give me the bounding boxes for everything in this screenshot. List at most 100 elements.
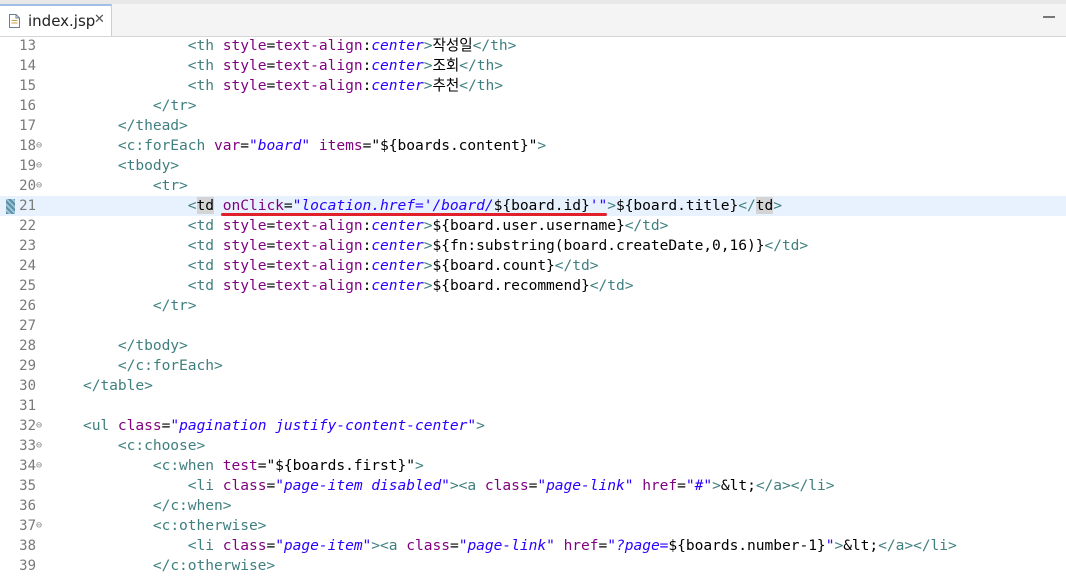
code-line[interactable]: 31: [0, 396, 1066, 416]
code-line[interactable]: 20 ⊖ <tr>: [0, 176, 1066, 196]
line-number: 22: [19, 218, 36, 234]
code-token: </tbody>: [117, 337, 188, 354]
code-editor[interactable]: 13 <th style=text-align:center>작성일</th> 1…: [0, 36, 1066, 577]
code-token: =: [266, 37, 276, 54]
code-text: <ul class="pagination justify-content-ce…: [48, 416, 485, 436]
code-line[interactable]: 30 </table>: [0, 376, 1066, 396]
code-line[interactable]: 13 <th style=text-align:center>작성일</th>: [0, 36, 1066, 56]
code-token: "?page=: [607, 537, 669, 554]
code-token: </c:when>: [152, 497, 232, 514]
code-line[interactable]: 28 </tbody>: [0, 336, 1066, 356]
line-number: 17: [19, 118, 36, 134]
code-token: <ul: [82, 417, 110, 434]
fold-toggle-icon[interactable]: ⊖: [36, 156, 46, 176]
line-number: 39: [19, 558, 36, 574]
code-text: <tbody>: [48, 156, 179, 176]
fold-toggle-icon[interactable]: ⊖: [36, 456, 46, 476]
code-line[interactable]: 27: [0, 316, 1066, 336]
code-line[interactable]: 36 </c:when>: [0, 496, 1066, 516]
code-token: style: [222, 77, 267, 94]
fold-toggle-icon[interactable]: ⊖: [36, 136, 46, 156]
code-token: ${boards.number-1}: [668, 537, 826, 554]
fold-toggle-icon[interactable]: ⊖: [36, 176, 46, 196]
code-line[interactable]: 32 ⊖ <ul class="pagination justify-conten…: [0, 416, 1066, 436]
code-line[interactable]: 17 </thead>: [0, 116, 1066, 136]
code-token: "page-link": [537, 477, 634, 494]
tab-index-jsp[interactable]: index.jsp ✕: [0, 4, 112, 36]
code-line[interactable]: 21 <td onClick="location.href='/board/${…: [0, 196, 1066, 216]
code-line[interactable]: 35 <li class="page-item disabled"><a cla…: [0, 476, 1066, 496]
code-line[interactable]: 18 ⊖ <c:forEach var="board" items="${boar…: [0, 136, 1066, 156]
code-token: :: [362, 57, 372, 74]
code-line[interactable]: 25 <td style=text-align:center>${board.r…: [0, 276, 1066, 296]
code-line[interactable]: 39 </c:otherwise>: [0, 556, 1066, 576]
code-text: <tr>: [48, 176, 188, 196]
code-line[interactable]: 23 <td style=text-align:center>${fn:subs…: [0, 236, 1066, 256]
code-token: <tbody>: [117, 157, 180, 174]
code-token: </a></li>: [878, 537, 957, 554]
code-token: >: [476, 417, 485, 434]
fold-toggle-icon[interactable]: ⊖: [36, 436, 46, 456]
code-token: "page-item disabled": [275, 477, 450, 494]
tab-bar-top-strip: [0, 0, 1066, 4]
code-line[interactable]: 19 ⊖ <tbody>: [0, 156, 1066, 176]
code-token: text-align: [275, 217, 363, 234]
line-number: 30: [19, 378, 36, 394]
line-number: 35: [19, 478, 36, 494]
code-token: <th: [187, 37, 214, 54]
line-number: 14: [19, 58, 36, 74]
code-text: </table>: [48, 376, 153, 396]
code-text: <c:forEach var="board" items="${boards.c…: [48, 136, 546, 156]
code-line[interactable]: 37 ⊖ <c:otherwise>: [0, 516, 1066, 536]
code-line[interactable]: 29 </c:forEach>: [0, 356, 1066, 376]
code-line[interactable]: 14 <th style=text-align:center>조회</th>: [0, 56, 1066, 76]
code-token: "page-item": [275, 537, 372, 554]
code-line[interactable]: 15 <th style=text-align:center>추천</th>: [0, 76, 1066, 96]
code-line[interactable]: 26 </tr>: [0, 296, 1066, 316]
code-token: items: [318, 137, 363, 154]
code-line[interactable]: 24 <td style=text-align:center>${board.c…: [0, 256, 1066, 276]
code-token: ${board.user.username}: [432, 217, 625, 234]
code-token: td: [755, 197, 774, 214]
code-token: <li: [187, 537, 214, 554]
code-token: </thead>: [117, 117, 188, 134]
minimize-icon[interactable]: [1042, 7, 1056, 21]
fold-toggle-icon[interactable]: ⊖: [36, 416, 46, 436]
code-token: "location.href='/board/: [292, 197, 494, 214]
code-token: >: [537, 137, 547, 154]
code-token: </th>: [472, 37, 517, 54]
code-token: style: [222, 57, 267, 74]
code-line[interactable]: 22 <td style=text-align:center>${board.u…: [0, 216, 1066, 236]
code-token: >: [834, 537, 844, 554]
code-token: =: [266, 57, 276, 74]
code-token: :: [362, 217, 372, 234]
code-token: >: [773, 197, 782, 214]
code-text: <th style=text-align:center>작성일</th>: [48, 36, 517, 56]
code-line[interactable]: 38 <li class="page-item"><a class="page-…: [0, 536, 1066, 556]
close-icon[interactable]: ✕: [94, 12, 105, 27]
code-token: href: [563, 537, 599, 554]
line-number: 24: [19, 258, 36, 274]
code-line[interactable]: 16 </tr>: [0, 96, 1066, 116]
code-token: class: [406, 537, 450, 554]
fold-toggle-icon[interactable]: ⊖: [36, 516, 46, 536]
code-token: ${board.count}: [432, 257, 555, 274]
line-number: 38: [19, 538, 36, 554]
code-text: </tr>: [48, 96, 197, 116]
code-line[interactable]: 34 ⊖ <c:when test="${boards.first}">: [0, 456, 1066, 476]
code-line[interactable]: 33 ⊖ <c:choose>: [0, 436, 1066, 456]
code-token: href: [642, 477, 678, 494]
